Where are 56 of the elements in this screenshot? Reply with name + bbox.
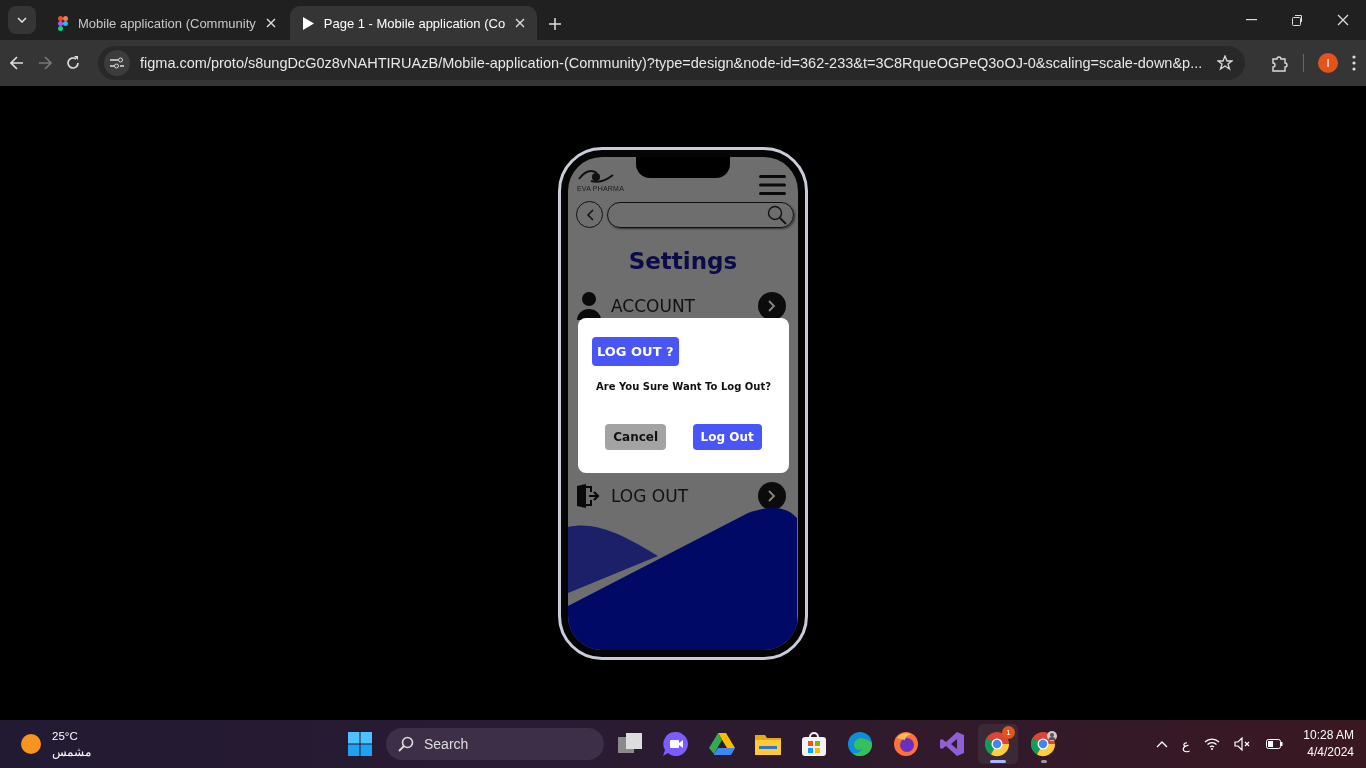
chevron-left-icon [585,208,594,221]
drive-icon [709,733,735,755]
visual-studio-icon [940,732,964,756]
close-icon[interactable] [515,18,526,28]
taskbar-app[interactable]: 1 [978,724,1018,764]
chevron-button[interactable] [758,292,786,320]
extensions-icon[interactable] [1271,54,1289,72]
sun-icon [20,733,42,755]
dialog-message: Are You Sure Want To Log Out? [595,381,772,392]
clock[interactable]: 10:28 AM 4/4/2024 [1303,727,1354,761]
caret-icon [17,17,27,23]
figma-icon [58,15,68,31]
confirm-button[interactable]: Log Out [692,424,762,450]
tab-list-button[interactable] [8,6,36,34]
settings-item-label: ACCOUNT [611,296,696,316]
eye-logo-icon [577,169,615,185]
chevron-right-icon [768,300,776,312]
chevron-right-icon [768,490,776,502]
cancel-button[interactable]: Cancel [605,424,667,450]
chrome-icon [985,731,1011,757]
site-settings-icon[interactable] [104,50,130,76]
chevron-up-icon[interactable] [1156,740,1169,748]
close-icon[interactable] [265,18,276,28]
play-icon [301,16,314,30]
address-bar[interactable]: figma.com/proto/s8ungDcG0z8vNAHTIRUAzB/Mobile-application-(Community)?type=design&node-id=362-233&t=3C8RqueOGPeQ3oOJ-0&scaling=scale-down&p... [98,46,1245,80]
chrome-profile-icon [1031,731,1057,757]
input-language[interactable]: ع [1182,736,1191,752]
menu-icon[interactable] [759,175,786,195]
edge-icon [848,732,872,756]
person-icon [577,292,601,320]
taskbar-search-field[interactable]: Search [386,728,604,760]
reload-icon[interactable] [66,56,80,70]
wifi-icon [1204,738,1221,750]
forward-icon[interactable] [38,56,52,70]
temperature: 25°C [52,729,79,744]
task-view-icon [618,733,642,755]
menu-icon[interactable] [1352,55,1356,71]
profile-avatar[interactable]: I [1318,53,1338,73]
notification-badge: 1 [1002,726,1015,739]
weather-condition: مشمس [52,745,91,760]
new-tab-icon[interactable] [549,18,562,30]
page-title: Settings [627,248,739,274]
search-icon [767,204,787,225]
star-icon[interactable] [1217,55,1233,71]
folder-icon [755,733,781,755]
battery-icon [1266,739,1284,749]
store-icon [802,732,826,756]
settings-item-label: LOG OUT [611,486,690,506]
browser-tab[interactable]: Page 1 - Mobile application (Co [289,6,538,40]
back-icon[interactable] [10,56,24,70]
browser-tab[interactable]: Mobile application (Community [46,6,288,40]
exit-icon [577,484,601,508]
firefox-icon [894,732,918,756]
video-chat-icon [663,732,689,756]
search-icon [398,736,414,752]
dialog-title: LOG OUT ? [592,337,679,366]
